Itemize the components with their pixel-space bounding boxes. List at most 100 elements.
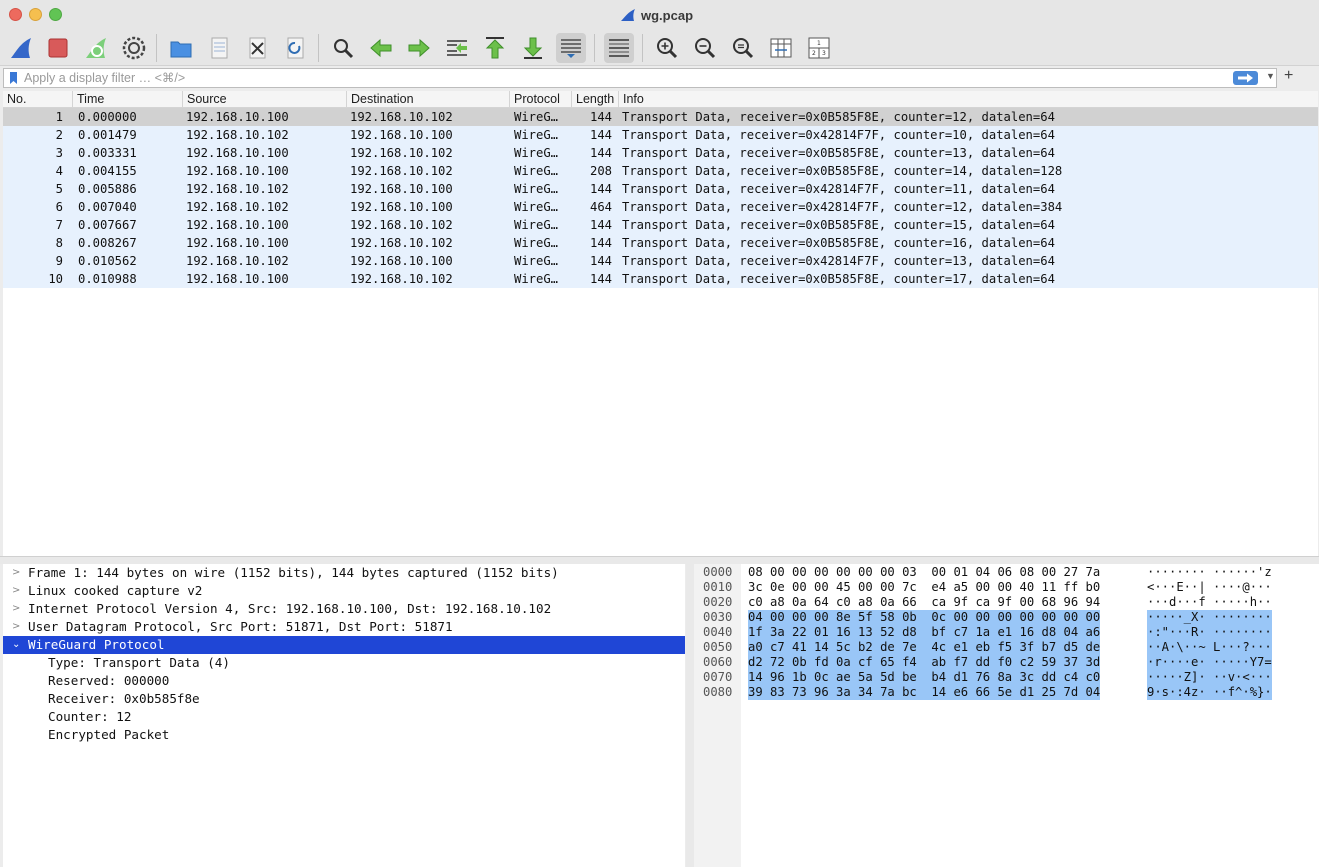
column-header-length[interactable]: Length	[572, 91, 619, 107]
apply-filter-button[interactable]	[1233, 71, 1258, 85]
byte-hex[interactable]: d2 72 0b fd 0a cf 65 f4 ab f7 dd f0 c2 5…	[748, 655, 1101, 670]
byte-ascii[interactable]: 9·s·:4z· ··f^·%}·	[1147, 685, 1272, 700]
packet-row[interactable]: 3 0.003331 192.168.10.100 192.168.10.102 Wir…	[3, 144, 1318, 162]
byte-ascii[interactable]: ···d···f ·····h··	[1147, 595, 1272, 610]
chevron-down-icon[interactable]: ⌄	[12, 636, 20, 654]
go-to-packet-icon	[447, 40, 467, 56]
capture-options-button[interactable]	[119, 33, 149, 63]
zoom-normal-icon	[733, 38, 754, 59]
packet-row[interactable]: 2 0.001479 192.168.10.102 192.168.10.100 Wir…	[3, 126, 1318, 144]
column-header-destination[interactable]: Destination	[347, 91, 510, 107]
zoom-normal-button[interactable]	[728, 33, 758, 63]
shark-fin-icon	[621, 9, 635, 21]
byte-hex[interactable]: c0 a8 0a 64 c0 a8 0a 66 ca 9f ca 9f 00 6…	[748, 595, 1100, 610]
column-header-no[interactable]: No.	[3, 91, 73, 107]
close-window-button[interactable]	[9, 8, 22, 21]
go-last-packet-button[interactable]	[518, 33, 548, 63]
tree-item-udp[interactable]: > User Datagram Protocol, Src Port: 51871…	[3, 618, 685, 636]
packet-row[interactable]: 4 0.004155 192.168.10.100 192.168.10.102 Wir…	[3, 162, 1318, 180]
filter-history-dropdown[interactable]: ▼	[1266, 71, 1275, 81]
byte-hex[interactable]: 1f 3a 22 01 16 13 52 d8 bf c7 1a e1 16 d…	[748, 625, 1101, 640]
byte-hex[interactable]: a0 c7 41 14 5c b2 de 7e 4c e1 eb f5 3f b…	[748, 640, 1101, 655]
byte-hex[interactable]: 14 96 1b 0c ae 5a 5d be b4 d1 76 8a 3c d…	[748, 670, 1101, 685]
byte-hex[interactable]: 3c 0e 00 00 45 00 00 7c e4 a5 00 00 40 1…	[748, 580, 1100, 595]
go-first-packet-button[interactable]	[480, 33, 510, 63]
toolbar-separator	[156, 34, 157, 62]
packet-row[interactable]: 10 0.010988 192.168.10.100 192.168.10.102 Wi…	[3, 270, 1318, 288]
find-packet-button[interactable]	[328, 33, 358, 63]
byte-hex[interactable]: 39 83 73 96 3a 34 7a bc 14 e6 66 5e d1 2…	[748, 685, 1101, 700]
packet-row[interactable]: 1 0.000000 192.168.10.100 192.168.10.102 Wir…	[3, 108, 1318, 126]
horizontal-pane-splitter[interactable]	[0, 556, 1319, 564]
cell-destination: 192.168.10.102	[350, 272, 453, 286]
byte-hex[interactable]: 04 00 00 00 8e 5f 58 0b 0c 00 00 00 00 0…	[748, 610, 1101, 625]
chevron-right-icon[interactable]: >	[12, 582, 20, 600]
window-title-text: wg.pcap	[641, 7, 694, 23]
tree-item-linux-cooked-capture[interactable]: > Linux cooked capture v2	[3, 582, 685, 600]
filter-bookmark-icon[interactable]	[10, 72, 17, 84]
cell-protocol: WireG…	[514, 272, 559, 286]
close-file-button[interactable]	[242, 33, 272, 63]
restart-capture-button[interactable]	[81, 33, 111, 63]
column-header-time[interactable]: Time	[73, 91, 183, 107]
tree-field-receiver[interactable]: Receiver: 0x0b585f8e	[3, 690, 685, 708]
open-file-button[interactable]	[166, 33, 196, 63]
cell-no: 9	[55, 254, 63, 268]
save-file-button[interactable]	[204, 33, 234, 63]
reload-file-button[interactable]	[280, 33, 310, 63]
cell-info: Transport Data, receiver=0x0B585F8E, cou…	[622, 164, 1063, 178]
tree-item-wireguard[interactable]: ⌄ WireGuard Protocol	[3, 636, 685, 654]
stop-capture-button[interactable]	[43, 33, 73, 63]
shark-fin-start-icon	[11, 38, 31, 58]
byte-ascii[interactable]: ·····_X· ········	[1147, 610, 1272, 625]
toolbar-separator	[642, 34, 643, 62]
tree-field-reserved[interactable]: Reserved: 000000	[3, 672, 685, 690]
display-filter-input[interactable]	[24, 70, 1224, 86]
go-forward-button[interactable]	[404, 33, 434, 63]
packet-row[interactable]: 6 0.007040 192.168.10.102 192.168.10.100 Wir…	[3, 198, 1318, 216]
start-capture-button[interactable]	[6, 33, 36, 63]
go-to-packet-button[interactable]	[442, 33, 472, 63]
cell-source: 192.168.10.100	[186, 218, 289, 232]
byte-ascii[interactable]: ·····Z]· ··v·<···	[1147, 670, 1272, 685]
byte-ascii[interactable]: ········ ······'z	[1147, 565, 1272, 580]
column-header-info[interactable]: Info	[619, 91, 1318, 107]
zoom-out-button[interactable]	[690, 33, 720, 63]
byte-ascii[interactable]: ·r····e· ·····Y7=	[1147, 655, 1272, 670]
zoom-window-button[interactable]	[49, 8, 62, 21]
tree-item-label: WireGuard Protocol	[28, 637, 165, 652]
chevron-right-icon[interactable]: >	[12, 564, 20, 582]
add-filter-button-icon[interactable]: +	[1284, 67, 1293, 85]
tree-field-counter[interactable]: Counter: 12	[3, 708, 685, 726]
title-bar: wg.pcap	[0, 0, 1319, 29]
tree-field-encrypted-packet[interactable]: Encrypted Packet	[3, 726, 685, 744]
cell-length: 144	[589, 254, 612, 268]
byte-offset: 0030	[703, 610, 733, 624]
tree-field-type[interactable]: Type: Transport Data (4)	[3, 654, 685, 672]
cell-destination: 192.168.10.102	[350, 218, 453, 232]
vertical-pane-splitter[interactable]	[686, 564, 694, 867]
byte-ascii[interactable]: ·:"···R· ········	[1147, 625, 1272, 640]
go-back-button[interactable]	[366, 33, 396, 63]
tree-item-ipv4[interactable]: > Internet Protocol Version 4, Src: 192.1…	[3, 600, 685, 618]
packet-row[interactable]: 7 0.007667 192.168.10.100 192.168.10.102 Wir…	[3, 216, 1318, 234]
column-header-source[interactable]: Source	[183, 91, 347, 107]
colorize-button[interactable]	[604, 33, 634, 63]
chevron-right-icon[interactable]: >	[12, 600, 20, 618]
tree-item-frame[interactable]: > Frame 1: 144 bytes on wire (1152 bits),…	[3, 564, 685, 582]
minimize-window-button[interactable]	[29, 8, 42, 21]
packet-row[interactable]: 5 0.005886 192.168.10.102 192.168.10.100 Wir…	[3, 180, 1318, 198]
packet-row[interactable]: 8 0.008267 192.168.10.100 192.168.10.102 Wir…	[3, 234, 1318, 252]
packet-row[interactable]: 9 0.010562 192.168.10.102 192.168.10.100 Wir…	[3, 252, 1318, 270]
byte-hex[interactable]: 08 00 00 00 00 00 00 03 00 01 04 06 08 0…	[748, 565, 1100, 580]
chevron-right-icon[interactable]: >	[12, 618, 20, 636]
autoscroll-button[interactable]	[556, 33, 586, 63]
byte-ascii[interactable]: ··A·\··~ L···?···	[1147, 640, 1272, 655]
zoom-in-button[interactable]	[652, 33, 682, 63]
byte-ascii[interactable]: <···E··| ····@···	[1147, 580, 1272, 595]
layout-panes-button[interactable]: 123	[804, 33, 834, 63]
zoom-out-icon	[695, 38, 716, 59]
column-header-protocol[interactable]: Protocol	[510, 91, 572, 107]
byte-offset: 0050	[703, 640, 733, 654]
resize-columns-button[interactable]	[766, 33, 796, 63]
